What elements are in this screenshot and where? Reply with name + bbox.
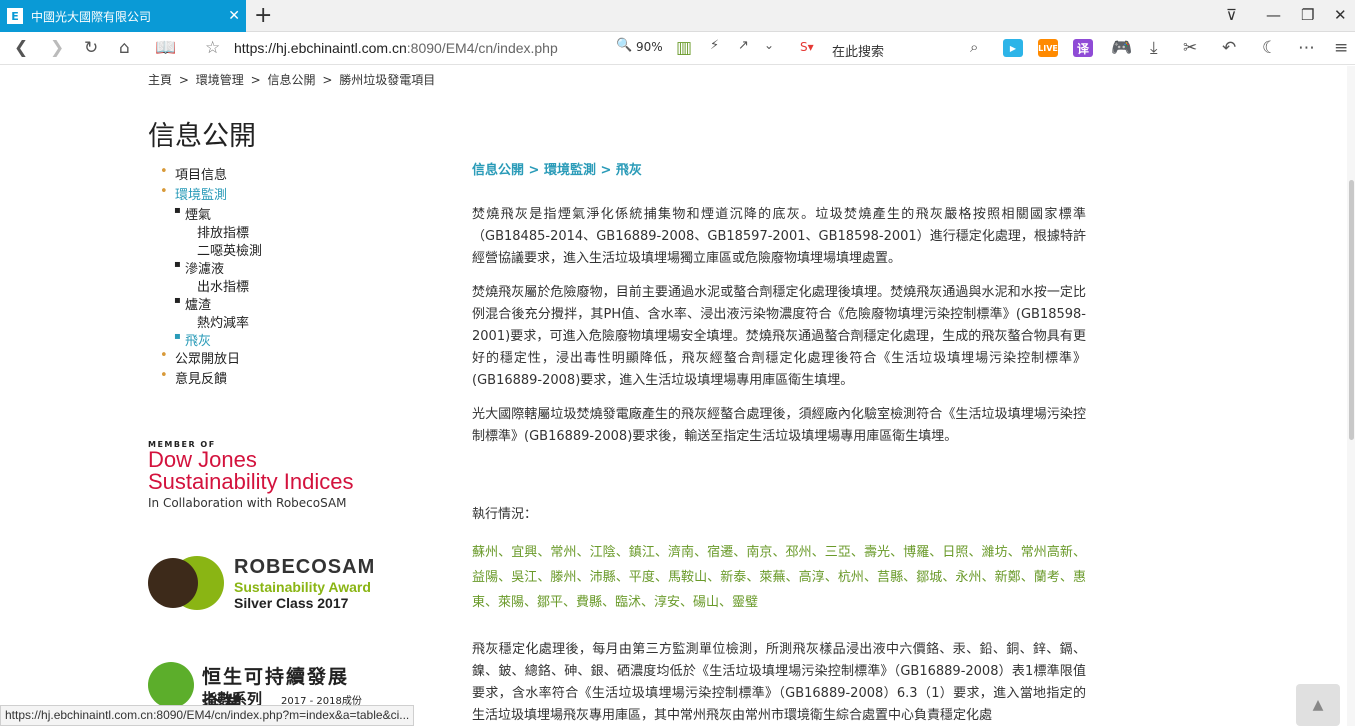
chevron-down-icon[interactable]: ⌄	[764, 38, 774, 52]
live-ext-icon[interactable]: LIVE	[1038, 39, 1058, 57]
breadcrumb-sep: >	[250, 73, 261, 87]
reading-mode-icon[interactable]: ▥	[676, 38, 692, 58]
site-favicon-icon: E	[7, 8, 23, 24]
sidebar-subitem[interactable]: 滲濾液	[160, 258, 262, 277]
cut-icon[interactable]: ✂	[1183, 38, 1197, 58]
robecosam-logo: ROBECOSAM Sustainability Award Silver Cl…	[148, 556, 374, 616]
breadcrumb-home[interactable]: 主頁	[148, 73, 172, 87]
sidebar-subitem[interactable]: 飛灰	[160, 330, 262, 349]
content-breadcrumb: 信息公開 > 環境監測 > 飛灰	[472, 163, 642, 178]
favorite-star-icon[interactable]: ☆	[205, 38, 220, 58]
share-icon[interactable]: ↗	[738, 38, 749, 53]
url-host: https://hj.ebchinaintl.com.cn	[234, 40, 407, 56]
minimize-button[interactable]: —	[1266, 6, 1281, 24]
back-to-top-button[interactable]: ▲	[1296, 684, 1340, 726]
breadcrumb-env[interactable]: 環境管理	[196, 73, 244, 87]
video-ext-icon[interactable]: ▶	[1003, 39, 1023, 57]
forward-icon[interactable]: ❯	[50, 38, 64, 58]
new-tab-button[interactable]: +	[254, 3, 272, 28]
breadcrumb-info[interactable]: 信息公開	[267, 73, 315, 87]
address-bar[interactable]: https://hj.ebchinaintl.com.cn:8090/EM4/c…	[234, 40, 558, 56]
search-input[interactable]: 在此搜索	[832, 41, 884, 60]
undo-icon[interactable]: ↶	[1222, 38, 1236, 58]
night-mode-icon[interactable]: ☾	[1262, 38, 1277, 58]
sidebar-item[interactable]: 公眾開放日	[160, 348, 262, 368]
sidebar-subsubitem[interactable]: 出水指標	[160, 276, 262, 295]
dj-line1: Dow Jones	[148, 447, 257, 472]
paragraph: 光大國際轄屬垃圾焚燒發電廠產生的飛灰經螯合處理後，須經廠內化驗室檢測符合《生活垃…	[472, 407, 1086, 444]
lightning-icon[interactable]: ⚡	[710, 38, 719, 53]
tab-bar: E 中國光大國際有限公司 ✕ + ⊽ — ❐ ✕	[0, 0, 1355, 32]
browser-toolbar: ❮ ❯ ↻ ⌂ 📖 ☆ https://hj.ebchinaintl.com.c…	[0, 32, 1355, 65]
sidebar-subsubitem[interactable]: 排放指標	[160, 222, 262, 241]
hang-seng-apple-icon	[148, 662, 194, 708]
reader-icon[interactable]: 📖	[155, 38, 176, 58]
sidebar-item[interactable]: 項目信息	[160, 164, 262, 184]
download-icon[interactable]: ⤓	[1150, 38, 1158, 58]
close-window-button[interactable]: ✕	[1334, 6, 1347, 24]
robecosam-text: ROBECOSAM Sustainability Award Silver Cl…	[234, 556, 375, 611]
sidebar-item[interactable]: 意見反饋	[160, 368, 262, 388]
browser-tab[interactable]: E 中國光大國際有限公司 ✕	[0, 0, 246, 32]
paragraph: 飛灰穩定化處理後，每月由第三方監測單位檢測，所測飛灰樣品浸出液中六價鉻、汞、鉛、…	[472, 642, 1086, 723]
exec-label: 執行情況：	[472, 507, 538, 522]
zoom-icon[interactable]: 🔍	[616, 38, 632, 53]
paragraph: 焚燒飛灰是指煙氣淨化係統捕集物和煙道沉降的底灰。垃圾焚燒產生的飛灰嚴格按照相關國…	[472, 207, 1086, 266]
status-bar-url: https://hj.ebchinaintl.com.cn:8090/EM4/c…	[0, 705, 415, 726]
translate-ext-icon[interactable]: 译	[1073, 39, 1093, 57]
more-icon[interactable]: ⋯	[1298, 38, 1315, 58]
dj-line2: Sustainability Indices	[148, 469, 354, 494]
breadcrumb-sep: >	[178, 73, 189, 87]
dj-collab-text: In Collaboration with RobecoSAM	[148, 496, 347, 510]
url-path: :8090/EM4/cn/index.php	[406, 40, 558, 56]
paragraph: 焚燒飛灰屬於危險廢物，目前主要通過水泥或螯合劑穩定化處理後填埋。焚燒飛灰通過與水…	[472, 285, 1086, 388]
robecosam-circle-icon	[148, 558, 198, 608]
main-content: 信息公開 > 環境監測 > 飛灰 焚燒飛灰是指煙氣淨化係統捕集物和煙道沉降的底灰…	[472, 160, 1086, 726]
pin-icon[interactable]: ⊽	[1226, 6, 1237, 24]
sidebar-subsubitem[interactable]: 熱灼減率	[160, 312, 262, 331]
search-engine-icon[interactable]: S▾	[800, 40, 814, 54]
breadcrumb-project[interactable]: 勝州垃圾發電項目	[339, 73, 435, 87]
rs-line1: ROBECOSAM	[234, 556, 376, 578]
scrollbar-thumb[interactable]	[1349, 180, 1354, 440]
dow-jones-logo: MEMBER OF Dow Jones Sustainability Indic…	[148, 440, 353, 510]
sidebar-item[interactable]: 環境監測	[160, 184, 262, 204]
zoom-level[interactable]: 90%	[636, 40, 663, 54]
breadcrumb-sep: >	[322, 73, 333, 87]
tab-close-icon[interactable]: ✕	[228, 8, 240, 24]
back-icon[interactable]: ❮	[14, 38, 28, 58]
menu-icon[interactable]: ≡	[1334, 38, 1348, 58]
search-icon[interactable]: ⌕	[970, 38, 978, 56]
sidebar-subitem[interactable]: 爐渣	[160, 294, 262, 313]
sidebar-nav: 項目信息 環境監測 煙氣 排放指標 二噁英檢測 滲濾液 出水指標 爐渣 熱灼減率…	[160, 164, 262, 388]
tab-title: 中國光大國際有限公司	[31, 9, 152, 24]
home-icon[interactable]: ⌂	[119, 38, 130, 58]
restore-button[interactable]: ❐	[1301, 6, 1314, 24]
rs-line3: Silver Class 2017	[234, 595, 349, 611]
sidebar-subitem[interactable]: 煙氣	[160, 204, 262, 223]
breadcrumb: 主頁 > 環境管理 > 信息公開 > 勝州垃圾發電項目	[148, 71, 438, 88]
city-list: 蘇州、宜興、常州、江陰、鎮江、濟南、宿遷、南京、邳州、三亞、壽光、博羅、日照、濰…	[472, 545, 1086, 610]
web-page: 主頁 > 環境管理 > 信息公開 > 勝州垃圾發電項目 信息公開 項目信息 環境…	[0, 66, 1355, 726]
reload-icon[interactable]: ↻	[84, 38, 98, 58]
rs-line2: Sustainability Award	[234, 579, 371, 595]
game-icon[interactable]: 🎮	[1111, 38, 1132, 58]
sidebar-subsubitem[interactable]: 二噁英檢測	[160, 240, 262, 259]
sidebar-title: 信息公開	[148, 121, 256, 152]
